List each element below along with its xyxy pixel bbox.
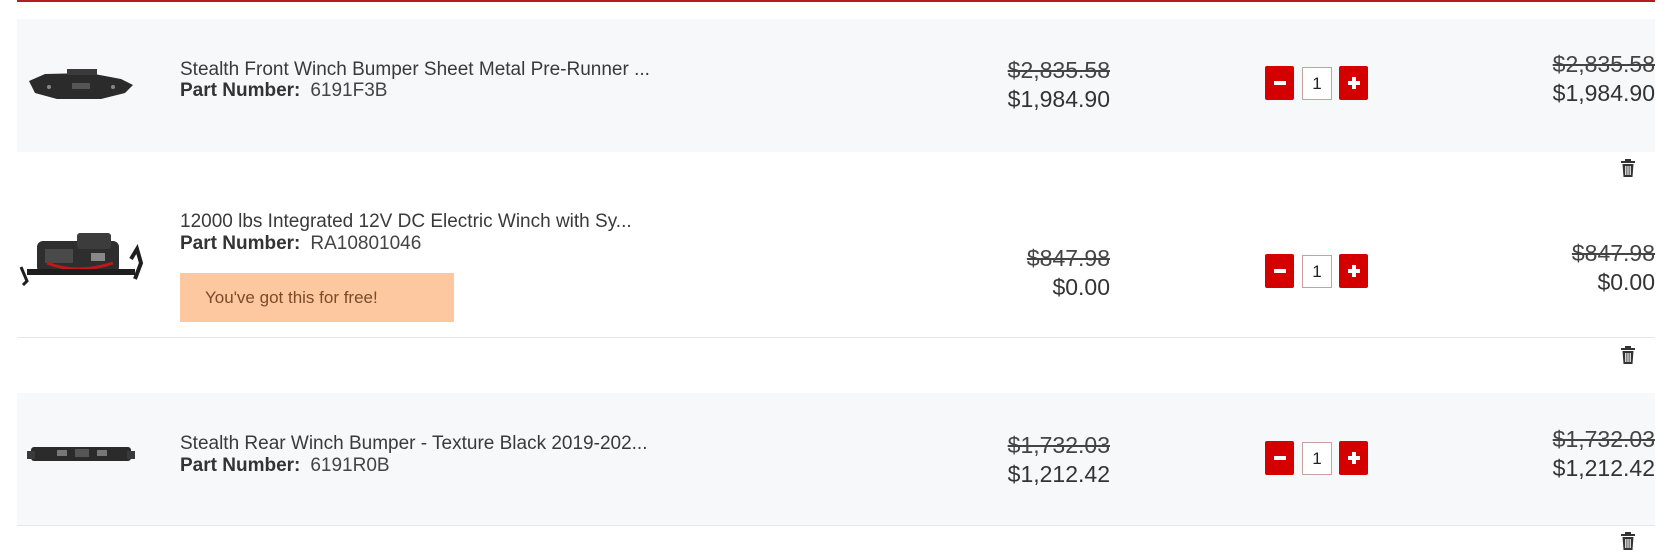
part-number-value: 6191F3B xyxy=(310,80,388,101)
trash-icon xyxy=(1621,346,1635,364)
line-total: $1,732.03 $1,212.42 xyxy=(1467,426,1655,486)
minus-icon xyxy=(1273,269,1286,273)
cart-item-row: Stealth Rear Winch Bumper - Texture Blac… xyxy=(17,393,1655,525)
quantity-stepper: 1 xyxy=(1265,66,1368,102)
unit-price-sale: $1,984.90 xyxy=(1007,86,1110,112)
increase-quantity-button[interactable] xyxy=(1339,254,1368,288)
part-number-label: Part Number: xyxy=(180,80,301,101)
cart-item-row: 12000 lbs Integrated 12V DC Electric Win… xyxy=(17,153,1655,337)
unit-price: $2,835.58 $1,984.90 xyxy=(897,57,1110,117)
part-number-value: 6191R0B xyxy=(310,455,390,476)
part-number-label: Part Number: xyxy=(180,455,301,476)
electric-winch-icon xyxy=(19,233,144,287)
part-number-row: Part Number: RA10801046 xyxy=(180,233,421,255)
quantity-stepper: 1 xyxy=(1265,441,1368,477)
line-total-original: $1,732.03 xyxy=(1552,426,1655,452)
plus-icon xyxy=(1347,265,1360,277)
cart-top-rule xyxy=(17,0,1655,2)
minus-icon xyxy=(1273,81,1286,85)
line-total: $2,835.58 $1,984.90 xyxy=(1467,51,1655,111)
decrease-quantity-button[interactable] xyxy=(1265,254,1294,288)
unit-price: $847.98 $0.00 xyxy=(897,245,1110,305)
product-image[interactable] xyxy=(17,219,145,309)
quantity-input[interactable]: 1 xyxy=(1302,255,1332,288)
line-total-sale: $0.00 xyxy=(1597,269,1655,295)
remove-item-button[interactable] xyxy=(1620,346,1636,364)
plus-icon xyxy=(1347,77,1360,89)
part-number-label: Part Number: xyxy=(180,233,301,254)
increase-quantity-button[interactable] xyxy=(1339,441,1368,475)
remove-item-button[interactable] xyxy=(1620,532,1636,550)
line-total-sale: $1,212.42 xyxy=(1552,455,1655,481)
front-bumper-icon xyxy=(29,69,133,99)
product-title-link[interactable]: Stealth Front Winch Bumper Sheet Metal P… xyxy=(180,59,650,81)
unit-price-sale: $1,212.42 xyxy=(1007,461,1110,487)
part-number-value: RA10801046 xyxy=(310,233,422,254)
product-title-link[interactable]: 12000 lbs Integrated 12V DC Electric Win… xyxy=(180,211,632,233)
rear-bumper-icon xyxy=(27,447,135,461)
line-total: $847.98 $0.00 xyxy=(1467,240,1655,300)
product-image[interactable] xyxy=(17,413,145,503)
quantity-input[interactable]: 1 xyxy=(1302,442,1332,475)
product-title-link[interactable]: Stealth Rear Winch Bumper - Texture Blac… xyxy=(180,433,648,455)
row-divider xyxy=(17,337,1655,338)
decrease-quantity-button[interactable] xyxy=(1265,66,1294,100)
row-divider xyxy=(17,525,1655,526)
unit-price-sale: $0.00 xyxy=(1052,274,1110,300)
product-image[interactable] xyxy=(17,41,145,131)
cart-item-row: Stealth Front Winch Bumper Sheet Metal P… xyxy=(17,19,1655,152)
increase-quantity-button[interactable] xyxy=(1339,66,1368,100)
trash-icon xyxy=(1621,532,1635,550)
unit-price: $1,732.03 $1,212.42 xyxy=(897,432,1110,492)
plus-icon xyxy=(1347,452,1360,464)
minus-icon xyxy=(1273,456,1286,460)
decrease-quantity-button[interactable] xyxy=(1265,441,1294,475)
unit-price-original: $847.98 xyxy=(1026,245,1110,271)
line-total-sale: $1,984.90 xyxy=(1552,80,1655,106)
part-number-row: Part Number: 6191R0B xyxy=(180,455,390,477)
quantity-stepper: 1 xyxy=(1265,254,1368,290)
unit-price-original: $1,732.03 xyxy=(1007,432,1110,458)
line-total-original: $847.98 xyxy=(1571,240,1655,266)
quantity-input[interactable]: 1 xyxy=(1302,67,1332,100)
part-number-row: Part Number: 6191F3B xyxy=(180,80,387,102)
line-total-original: $2,835.58 xyxy=(1552,51,1655,77)
unit-price-original: $2,835.58 xyxy=(1007,57,1110,83)
free-item-badge: You've got this for free! xyxy=(180,273,454,322)
